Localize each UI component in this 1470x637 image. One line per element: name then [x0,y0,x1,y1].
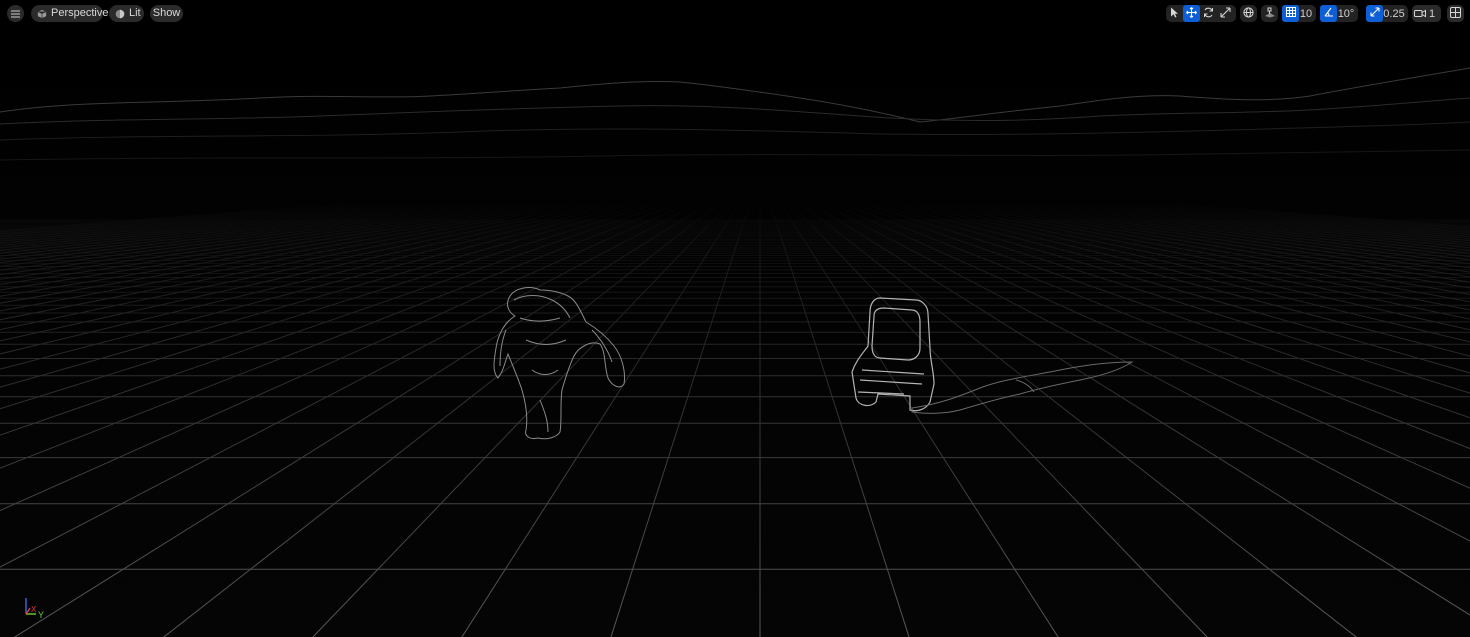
world-local-toggle-button[interactable] [1240,5,1257,22]
scale-tool-button[interactable] [1217,5,1234,22]
angle-icon [1324,7,1334,20]
grid-snap-toggle-button[interactable] [1282,5,1299,22]
axis-gizmo: X Y [25,598,44,620]
scene-render[interactable] [0,0,1470,637]
globe-icon [1243,6,1254,21]
scale-snap-icon [1369,7,1380,20]
y-axis-label: Y [38,610,44,620]
move-arrows-icon [1186,6,1197,21]
coordinate-space-group [1240,5,1257,22]
cursor-arrow-icon [1170,7,1179,21]
rotation-snap-value[interactable]: 10° [1337,5,1358,22]
perspective-cube-icon [37,8,47,19]
select-tool-button[interactable] [1166,5,1183,22]
rotate-tool-button[interactable] [1200,5,1217,22]
x-axis-label: X [31,605,37,614]
show-flags-label: Show [152,7,181,19]
transform-tools-group [1166,5,1236,22]
camera-speed-group: 1 [1412,5,1441,22]
scale-snap-group: 0.25 [1366,5,1408,22]
scale-snap-value[interactable]: 0.25 [1383,5,1408,22]
layout-grid-icon [1450,6,1461,21]
lit-sphere-icon [115,9,125,19]
viewport-layout-group [1447,5,1464,22]
lighting-mode-button[interactable]: Lit [109,5,144,22]
viewport-layout-button[interactable] [1447,5,1464,22]
show-flags-button[interactable]: Show [150,5,183,22]
grid-snap-group: 10 [1282,5,1316,22]
view-mode-button[interactable]: Perspective [31,5,108,22]
translate-tool-button[interactable] [1183,5,1200,22]
camera-speed-button[interactable]: 1 [1412,5,1441,22]
rotate-arrows-icon [1203,7,1214,21]
lighting-mode-label: Lit [129,7,141,19]
rotation-snap-group: 10° [1320,5,1358,22]
scale-snap-toggle-button[interactable] [1366,5,1383,22]
surface-snap-icon [1264,7,1276,21]
grid-snap-value[interactable]: 10 [1299,5,1316,22]
view-mode-label: Perspective [51,7,109,19]
viewport-menu-button[interactable] [7,5,24,22]
surface-snapping-button[interactable] [1261,5,1278,22]
hamburger-icon [11,10,20,18]
grid-icon [1285,7,1296,20]
sky-background [0,0,1470,637]
rotation-snap-toggle-button[interactable] [1320,5,1337,22]
level-viewport[interactable]: Perspective Lit Show 10 10° 0.25 1 X Y [0,0,1470,637]
surface-snap-group [1261,5,1278,22]
camera-icon [1413,9,1426,18]
scale-arrows-icon [1220,6,1231,21]
